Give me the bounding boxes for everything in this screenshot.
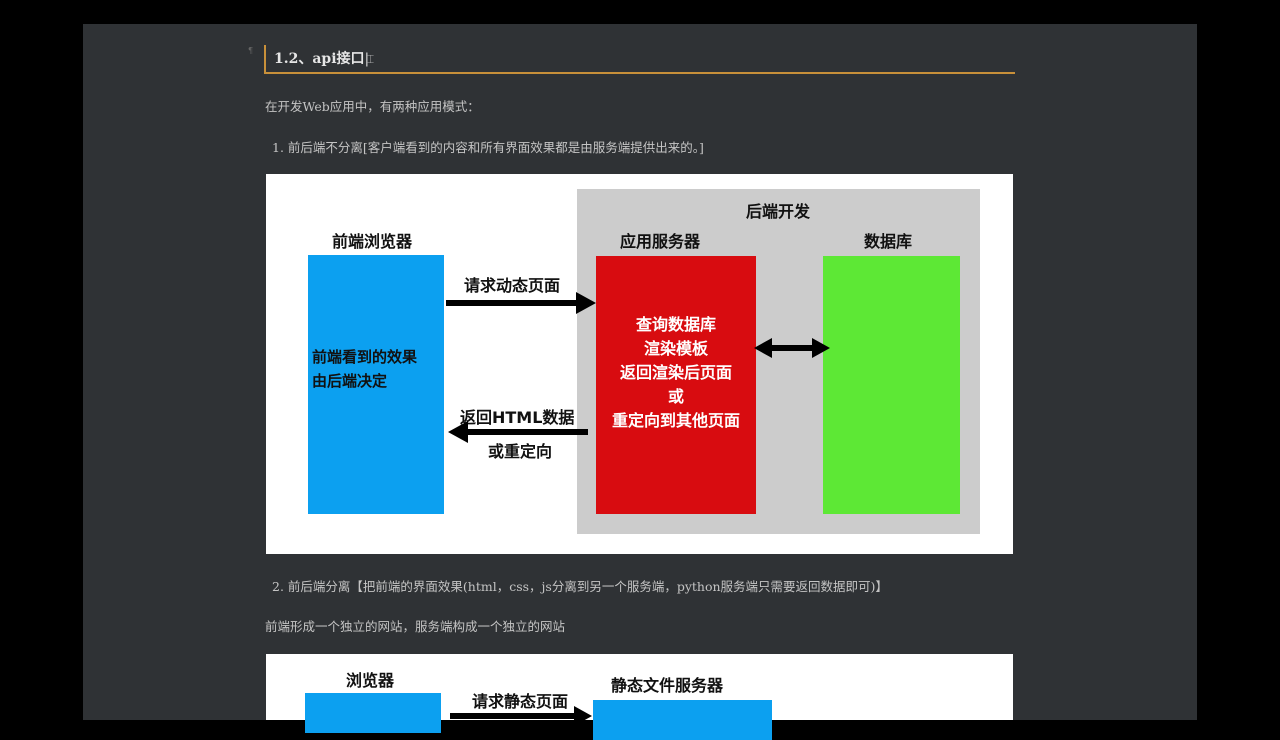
app-server-block: 查询数据库 渲染模板 返回渲染后页面 或 重定向到其他页面 <box>596 256 756 514</box>
browser-text-1: 前端看到的效果 <box>312 348 418 366</box>
server-line: 重定向到其他页面 <box>611 411 740 430</box>
browser-block-2 <box>305 693 441 733</box>
server-line: 或 <box>667 387 684 406</box>
diagram-non-separated: 后端开发 前端浏览器 应用服务器 数据库 前端看到的效果 由后端决定 查询数据库 … <box>266 174 1013 554</box>
heading-marker-icon: ¶ <box>248 46 254 55</box>
request-arrow-icon <box>446 292 596 314</box>
app-server-title: 应用服务器 <box>620 232 701 251</box>
text-cursor-icon: ⌶ <box>367 52 375 66</box>
static-server-title: 静态文件服务器 <box>611 676 724 695</box>
request-static-arrow-icon <box>450 706 592 726</box>
paragraph-intro: 在开发Web应用中，有两种应用模式： <box>265 99 480 114</box>
bidirectional-arrow-icon <box>754 338 830 358</box>
server-line: 查询数据库 <box>635 315 716 334</box>
list-item-2: 2. 前后端分离【把前端的界面效果(html，css，js分离到另一个服务端，p… <box>272 579 888 594</box>
diagram-separated: 浏览器 请求静态页面 静态文件服务器 <box>266 654 1013 740</box>
heading-input[interactable]: 1.2、api接口| <box>264 45 1015 74</box>
server-line: 返回渲染后页面 <box>619 363 732 382</box>
database-block <box>823 256 960 514</box>
db-title: 数据库 <box>864 232 913 251</box>
static-server-block <box>593 700 772 740</box>
response-label-2: 或重定向 <box>488 442 553 461</box>
server-line: 渲染模板 <box>643 339 708 358</box>
browser-text-2: 由后端决定 <box>312 372 388 390</box>
heading-text: 1.2、api接口 <box>274 51 365 67</box>
list-item-1: 1. 前后端不分离[客户端看到的内容和所有界面效果都是由服务端提供出来的。] <box>272 140 704 155</box>
browser-title-2: 浏览器 <box>346 671 395 690</box>
browser-block: 前端看到的效果 由后端决定 <box>308 255 444 514</box>
browser-title: 前端浏览器 <box>332 232 413 251</box>
paragraph-separation: 前端形成一个独立的网站，服务端构成一个独立的网站 <box>265 619 566 634</box>
backend-title: 后端开发 <box>746 202 811 221</box>
